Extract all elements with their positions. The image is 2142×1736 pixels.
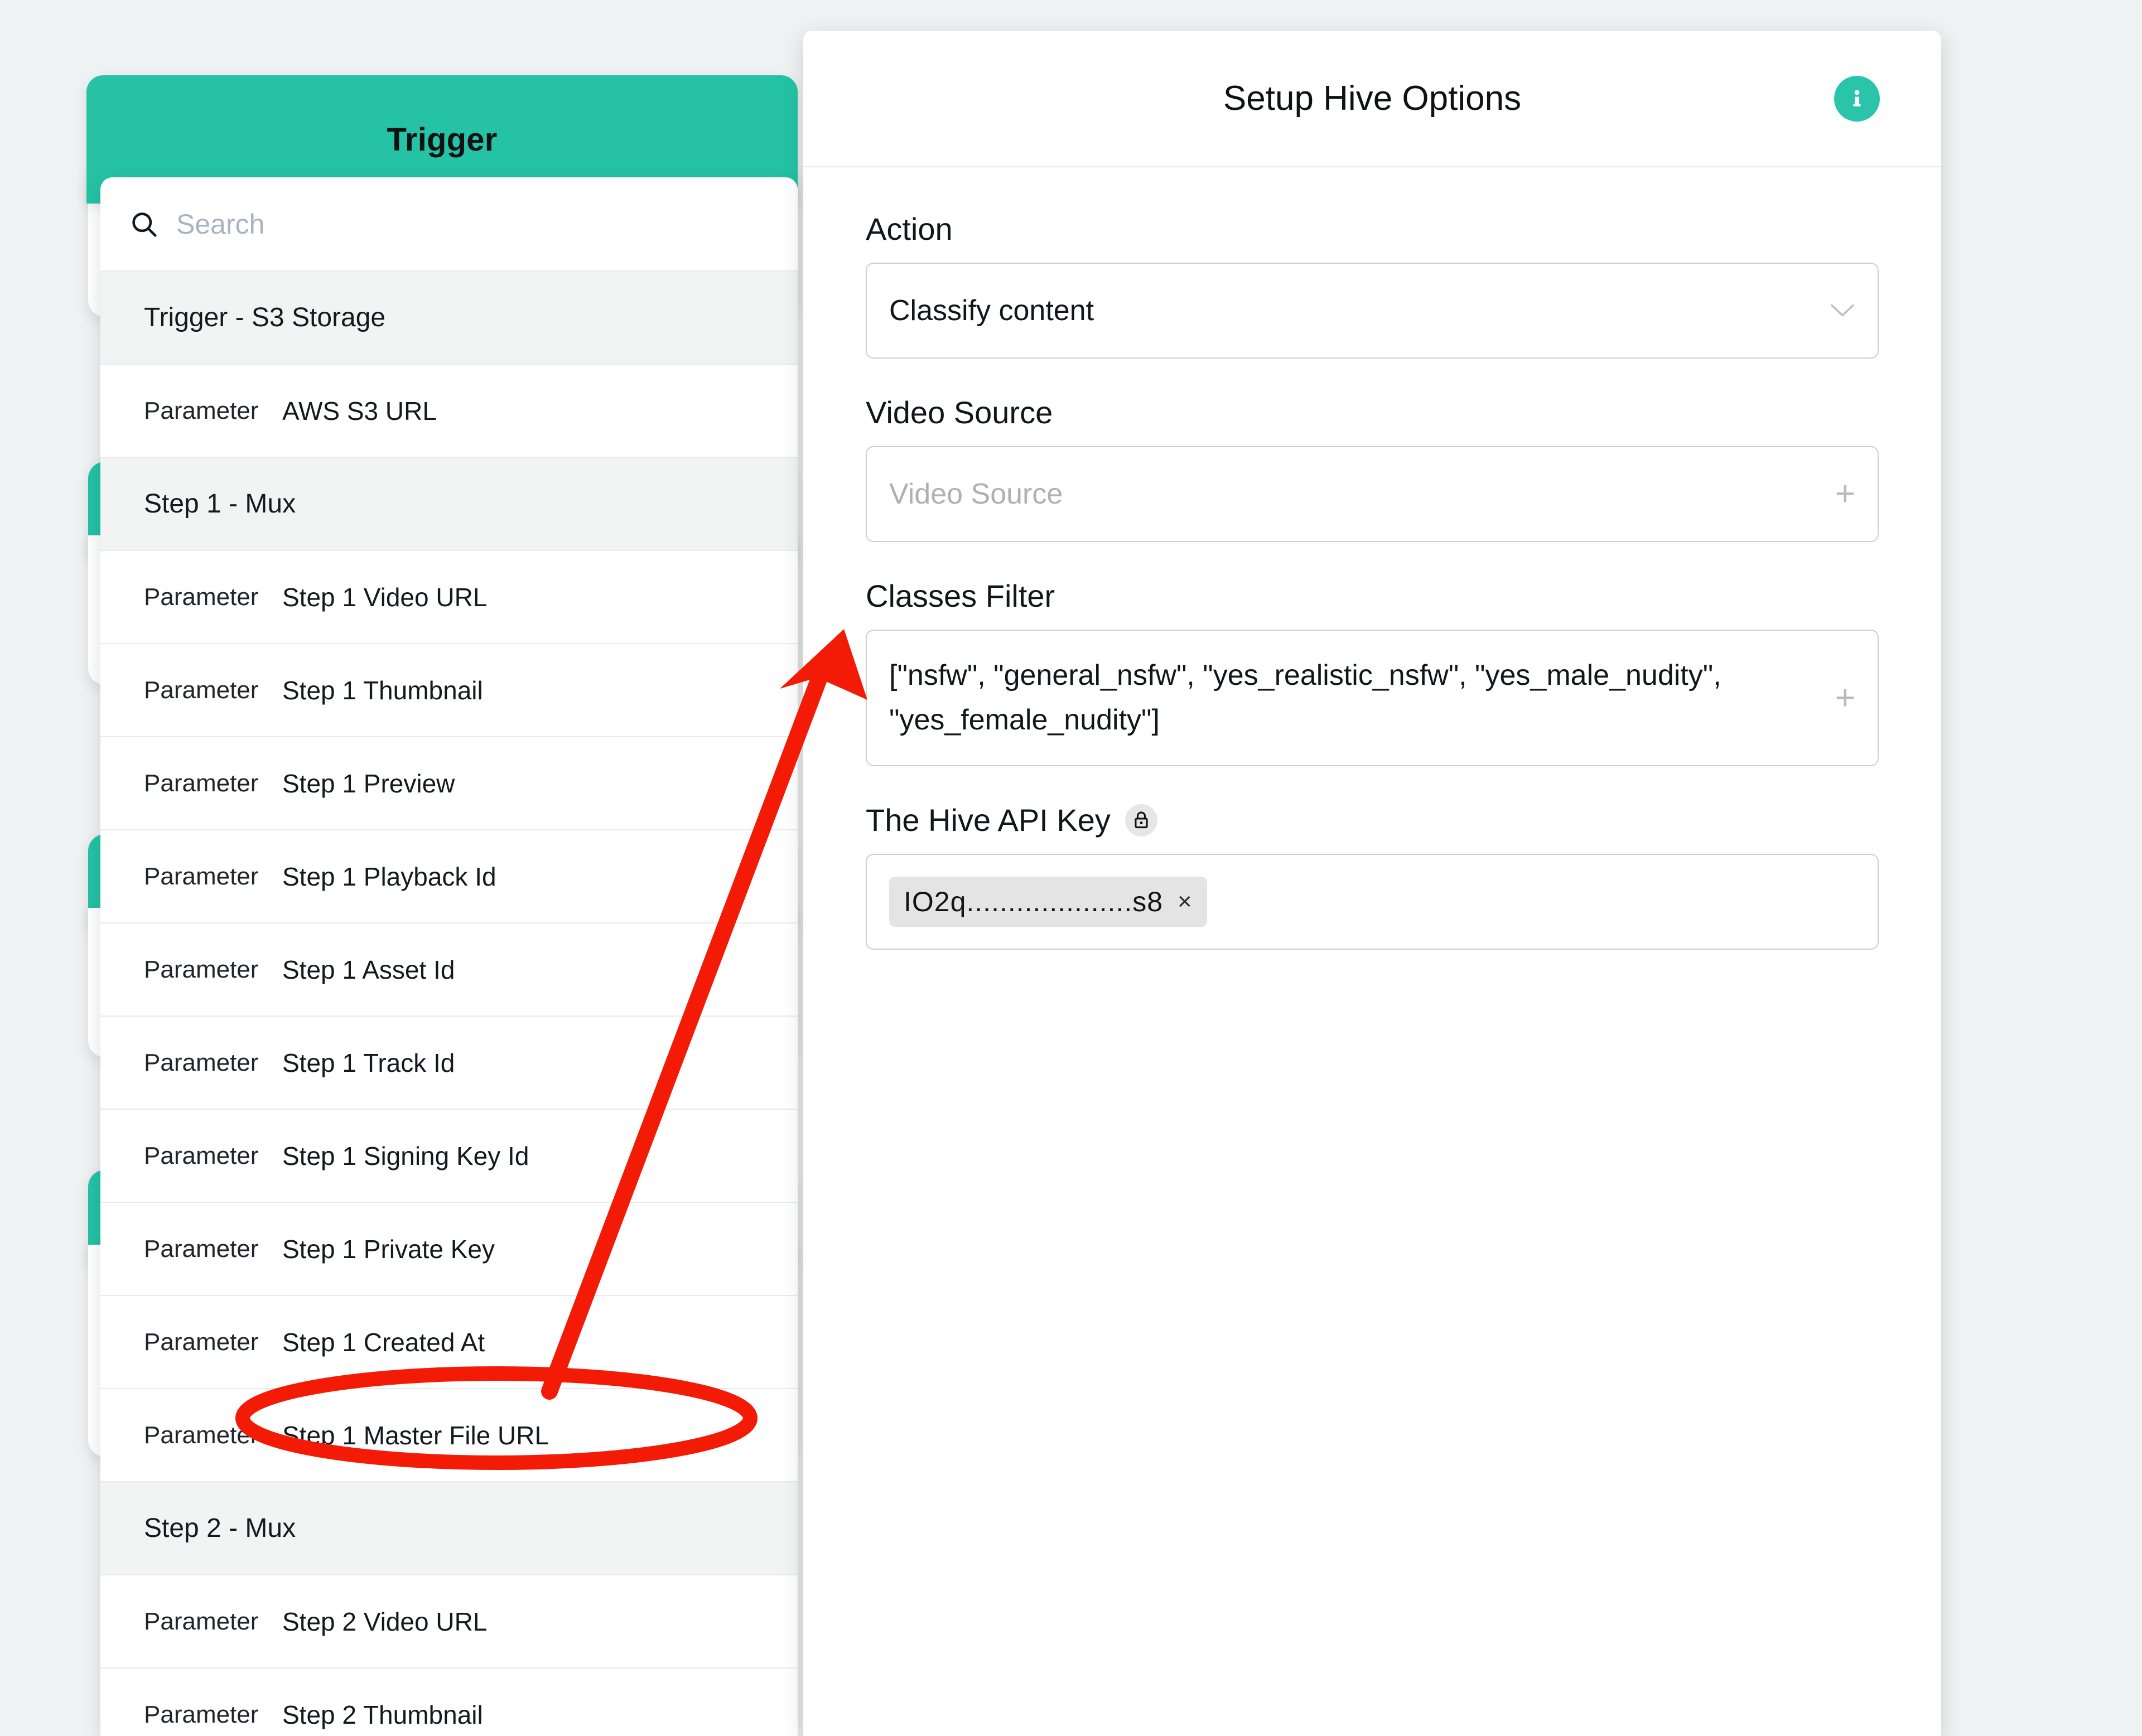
lock-icon xyxy=(1125,804,1157,836)
table-row[interactable]: Parameter Step 1 Playback Id xyxy=(100,829,798,922)
list-group-label: Step 2 - Mux xyxy=(144,1513,296,1543)
row-kind-label: Parameter xyxy=(144,1235,259,1263)
action-dropdown[interactable]: Classify content xyxy=(866,263,1879,359)
row-parameter-label: Step 2 Video URL xyxy=(282,1607,488,1636)
row-parameter-label: Step 1 Signing Key Id xyxy=(282,1141,529,1171)
screen: Trigger Trigger - S3 Storage Parameter AWS… xyxy=(0,0,2142,1736)
table-row[interactable]: Parameter Step 2 Video URL xyxy=(100,1574,798,1667)
row-parameter-label: Step 1 Video URL xyxy=(282,582,488,612)
search-icon xyxy=(132,212,157,237)
row-parameter-label: Step 1 Thumbnail xyxy=(282,675,483,705)
api-key-token-text: IO2q....................s8 xyxy=(904,886,1164,917)
classes-filter-field[interactable]: ["nsfw", "general_nsfw", "yes_realistic_… xyxy=(866,630,1879,766)
action-selected-value: Classify content xyxy=(889,294,1094,327)
trigger-list-card: Trigger - S3 Storage Parameter AWS S3 URL S… xyxy=(100,177,798,1736)
video-source-field[interactable]: Video Source + xyxy=(866,446,1879,542)
api-key-token-wrap: IO2q....................s8 × xyxy=(889,855,1207,948)
parameter-list: Trigger - S3 Storage Parameter AWS S3 URL S… xyxy=(100,270,798,1736)
info-icon[interactable] xyxy=(1834,75,1880,122)
lock-glyph xyxy=(1135,811,1148,828)
row-kind-label: Parameter xyxy=(144,769,259,797)
table-row[interactable]: Parameter Step 1 Signing Key Id xyxy=(100,1109,798,1202)
close-icon[interactable]: × xyxy=(1178,888,1193,916)
row-parameter-label: Step 1 Asset Id xyxy=(282,955,455,984)
row-kind-label: Parameter xyxy=(144,1700,259,1728)
row-parameter-label: Step 1 Private Key xyxy=(282,1234,495,1264)
row-parameter-label: Step 1 Master File URL xyxy=(282,1420,549,1450)
row-kind-label: Parameter xyxy=(144,1142,259,1169)
panel-header: Setup Hive Options xyxy=(803,31,1941,167)
row-kind-label: Parameter xyxy=(144,1607,259,1635)
video-source-label: Video Source xyxy=(866,395,1053,430)
table-row[interactable]: Parameter Step 1 Master File URL xyxy=(100,1388,798,1481)
row-kind-label: Parameter xyxy=(144,583,259,611)
list-group-row[interactable]: Step 2 - Mux xyxy=(100,1481,798,1574)
action-label: Action xyxy=(866,211,953,246)
api-key-label: The Hive API Key xyxy=(866,802,1879,838)
api-key-field[interactable]: IO2q....................s8 × xyxy=(866,854,1879,950)
trigger-title: Trigger xyxy=(387,121,498,158)
list-group-row[interactable]: Trigger - S3 Storage xyxy=(100,270,798,364)
table-row[interactable]: Parameter Step 1 Asset Id xyxy=(100,922,798,1016)
row-parameter-label: Step 1 Playback Id xyxy=(282,862,496,891)
video-source-placeholder: Video Source xyxy=(889,478,1063,510)
hive-options-panel: Setup Hive Options Action Classify conte… xyxy=(803,31,1941,1736)
row-kind-label: Parameter xyxy=(144,676,259,704)
search-bar[interactable] xyxy=(100,177,798,270)
row-kind-label: Parameter xyxy=(144,1328,259,1356)
list-group-label: Trigger - S3 Storage xyxy=(144,303,386,332)
api-key-token[interactable]: IO2q....................s8 × xyxy=(889,877,1207,927)
row-parameter-label: Step 2 Thumbnail xyxy=(282,1700,483,1729)
chevron-down-icon xyxy=(1831,304,1854,317)
row-kind-label: Parameter xyxy=(144,955,259,983)
row-kind-label: Parameter xyxy=(144,1048,259,1076)
table-row[interactable]: Parameter Step 1 Created At xyxy=(100,1295,798,1388)
row-parameter-label: AWS S3 URL xyxy=(282,396,437,425)
table-row[interactable]: Parameter Step 1 Track Id xyxy=(100,1016,798,1109)
classes-filter-label: Classes Filter xyxy=(866,578,1055,613)
plus-icon[interactable]: + xyxy=(1835,477,1855,511)
table-row[interactable]: Parameter Step 1 Private Key xyxy=(100,1202,798,1295)
row-parameter-label: Step 1 Preview xyxy=(282,768,455,798)
table-row[interactable]: Parameter AWS S3 URL xyxy=(100,364,798,457)
row-parameter-label: Step 1 Created At xyxy=(282,1327,485,1357)
list-group-label: Step 1 - Mux xyxy=(144,489,296,519)
classes-filter-value: ["nsfw", "general_nsfw", "yes_realistic_… xyxy=(889,659,1721,736)
table-row[interactable]: Parameter Step 1 Video URL xyxy=(100,550,798,643)
row-parameter-label: Step 1 Track Id xyxy=(282,1048,455,1077)
plus-icon[interactable]: + xyxy=(1835,680,1855,715)
api-key-label-text: The Hive API Key xyxy=(866,802,1111,838)
row-kind-label: Parameter xyxy=(144,1421,259,1449)
info-glyph xyxy=(1853,89,1861,107)
table-row[interactable]: Parameter Step 1 Thumbnail xyxy=(100,643,798,736)
table-row[interactable]: Parameter Step 1 Preview xyxy=(100,736,798,829)
page-title: Setup Hive Options xyxy=(1223,79,1522,118)
row-kind-label: Parameter xyxy=(144,862,259,890)
list-group-row[interactable]: Step 1 - Mux xyxy=(100,457,798,550)
row-kind-label: Parameter xyxy=(144,396,259,424)
table-row[interactable]: Parameter Step 2 Thumbnail xyxy=(100,1667,798,1736)
search-input[interactable] xyxy=(176,207,769,240)
panel-body: Action Classify content Video Source Vid… xyxy=(803,167,1941,950)
